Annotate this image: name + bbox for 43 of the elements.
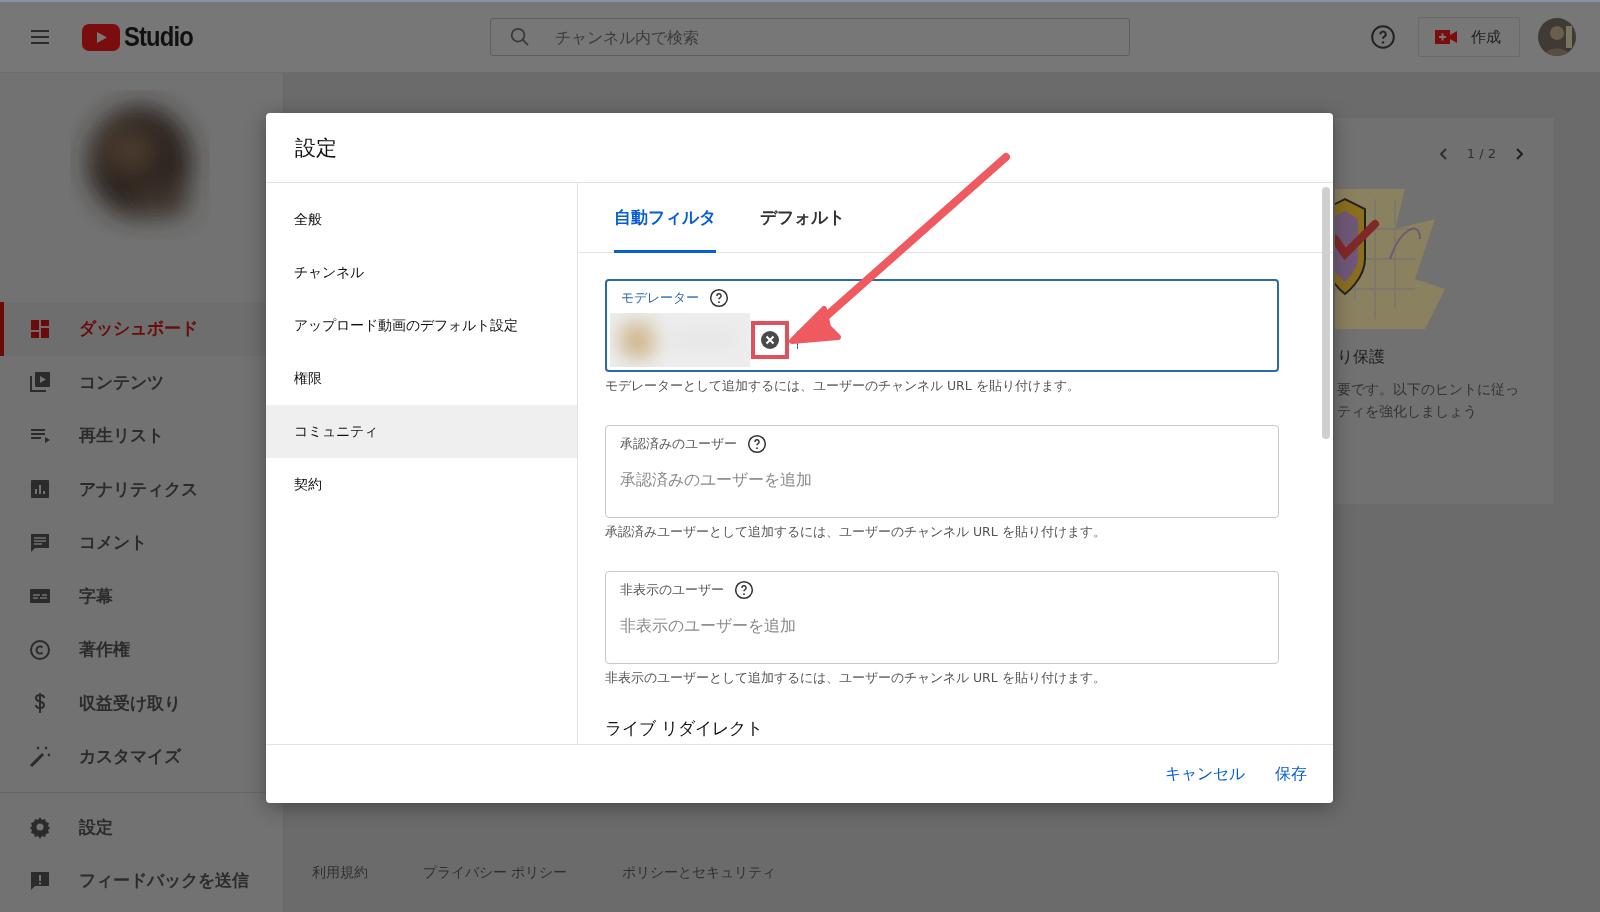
settings-nav-item[interactable]: チャンネル: [266, 246, 577, 299]
nav-icon: [28, 637, 52, 662]
tab[interactable]: デフォルト: [760, 183, 845, 253]
settings-nav-item[interactable]: コミュニティ: [266, 405, 577, 458]
settings-nav-item[interactable]: 全般: [266, 193, 577, 246]
footer-link[interactable]: 利用規約: [312, 864, 368, 882]
nav-icon: [28, 370, 52, 395]
helper-text: モデレーターとして追加するには、ユーザーのチャンネル URL を貼り付けます。: [605, 378, 1081, 395]
field-label: モデレーター: [621, 289, 699, 307]
sidebar-item[interactable]: フィードバックを送信: [0, 854, 283, 908]
play-logo-icon[interactable]: [82, 23, 120, 51]
sidebar-item[interactable]: 著作権: [0, 623, 283, 677]
help-icon[interactable]: [709, 288, 729, 308]
user-field[interactable]: 承認済みのユーザー 承認済みのユーザーを追加: [605, 425, 1279, 518]
helper-text: 承認済みユーザーとして追加するには、ユーザーのチャンネル URL を貼り付けます。: [605, 524, 1107, 541]
search-box[interactable]: チャンネル内で検索: [490, 18, 1131, 56]
nav-icon: [28, 744, 52, 769]
help-icon[interactable]: [734, 580, 754, 600]
helper-text: 非表示のユーザーとして追加するには、ユーザーのチャンネル URL を貼り付けます。: [605, 670, 1107, 687]
remove-icon[interactable]: [760, 330, 780, 350]
field-label: 非表示のユーザー: [620, 581, 724, 599]
field-label: 承認済みのユーザー: [620, 435, 737, 453]
user-field[interactable]: モデレーター: [605, 279, 1279, 372]
dialog-title: 設定: [266, 113, 1333, 183]
help-icon[interactable]: [747, 434, 767, 454]
card-title: り保護: [1337, 347, 1386, 368]
search-icon: [509, 26, 531, 48]
dialog-action-button[interactable]: キャンセル: [1165, 763, 1245, 785]
user-field[interactable]: 非表示のユーザー 非表示のユーザーを追加: [605, 571, 1279, 664]
footer-link[interactable]: プライバシー ポリシー: [423, 864, 568, 882]
scrollbar[interactable]: [1322, 187, 1330, 439]
sidebar-item[interactable]: 収益受け取り: [0, 676, 283, 730]
tab[interactable]: 自動フィルタ: [614, 183, 716, 253]
section-heading: ライブ リダイレクト: [605, 719, 765, 739]
logo-text: Studio: [124, 21, 193, 53]
pager-text: 1 / 2: [1466, 146, 1496, 161]
sidebar-item[interactable]: カスタマイズ: [0, 730, 283, 784]
settings-icon: [28, 815, 52, 840]
avatar[interactable]: [1538, 18, 1576, 56]
video-camera-icon: [1435, 29, 1457, 45]
create-button[interactable]: 作成: [1418, 17, 1520, 57]
search-field[interactable]: チャンネル内で検索: [552, 26, 1112, 48]
dialog-action-button[interactable]: 保存: [1275, 763, 1307, 785]
